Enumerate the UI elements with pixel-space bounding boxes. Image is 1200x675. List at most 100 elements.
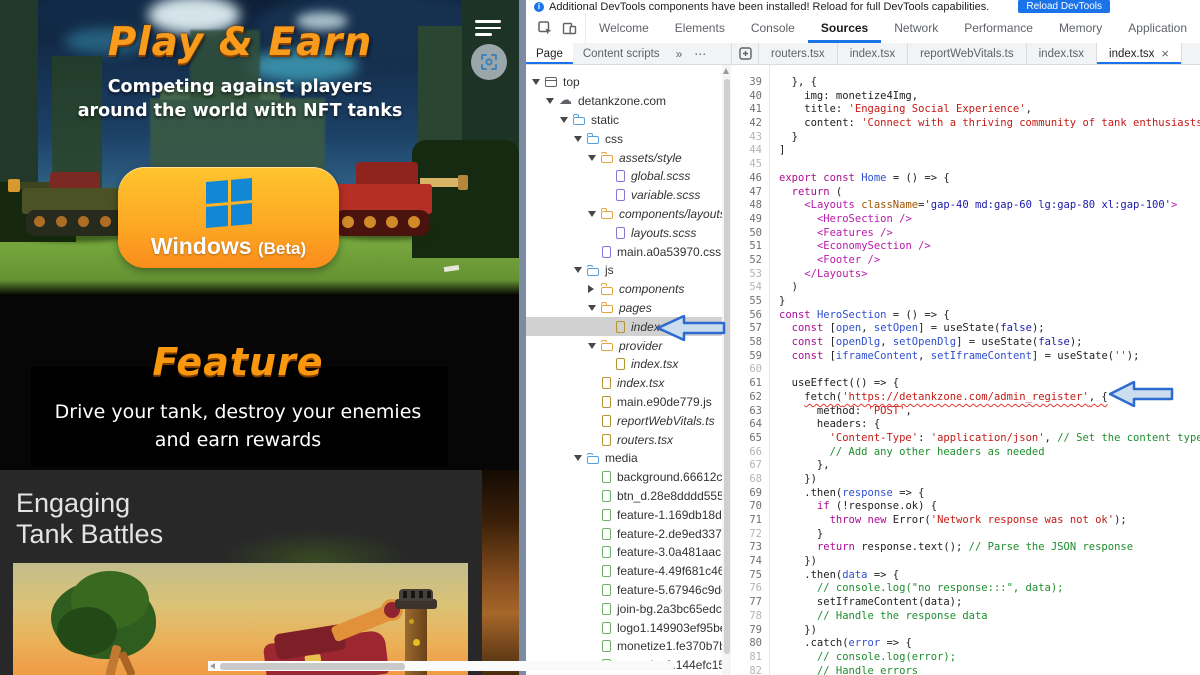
twisty-icon[interactable] xyxy=(574,455,582,462)
tree-item-css[interactable]: css xyxy=(526,129,730,148)
tree-item-pages[interactable]: pages xyxy=(526,299,730,318)
line-number[interactable]: 53 xyxy=(732,268,769,282)
tab-console[interactable]: Console xyxy=(738,13,808,43)
scan-button[interactable] xyxy=(471,44,507,80)
line-number[interactable]: 77 xyxy=(732,596,769,610)
line-number[interactable]: 68 xyxy=(732,473,769,487)
tree-item-provider[interactable]: provider xyxy=(526,336,730,355)
line-number[interactable]: 60 xyxy=(732,363,769,377)
close-tab-icon[interactable]: × xyxy=(1161,47,1169,60)
line-number[interactable]: 47 xyxy=(732,186,769,200)
tree-item-index.tsx[interactable]: index.tsx xyxy=(526,374,730,393)
line-number[interactable]: 82 xyxy=(732,665,769,675)
tree-item-monetize1.fe370b7bc[interactable]: monetize1.fe370b7bc xyxy=(526,637,730,656)
line-number[interactable]: 69 xyxy=(732,487,769,501)
tree-item-background.66612c6b[interactable]: background.66612c6b xyxy=(526,468,730,487)
line-number[interactable]: 52 xyxy=(732,254,769,268)
line-number[interactable]: 49 xyxy=(732,213,769,227)
editor-tab-index.tsx[interactable]: index.tsx × xyxy=(1097,43,1182,64)
editor-tab-index.tsx[interactable]: index.tsx xyxy=(837,43,909,64)
line-number[interactable]: 55 xyxy=(732,295,769,309)
twisty-icon[interactable] xyxy=(588,154,596,161)
editor-horizontal-scrollbar[interactable] xyxy=(208,661,674,671)
line-number[interactable]: 74 xyxy=(732,555,769,569)
windows-download-button[interactable]: Windows (Beta) xyxy=(118,167,339,268)
twisty-icon[interactable] xyxy=(560,116,568,123)
inspect-icon[interactable] xyxy=(533,16,557,40)
tree-item-btn_d.28e8dddd555a3[interactable]: btn_d.28e8dddd555a3 xyxy=(526,487,730,506)
tree-item-variable.scss[interactable]: variable.scss xyxy=(526,186,730,205)
editor-scrollbar-thumb[interactable] xyxy=(220,662,405,670)
line-number[interactable]: 61 xyxy=(732,377,769,391)
tree-item-assets/style[interactable]: assets/style xyxy=(526,148,730,167)
line-number[interactable]: 54 xyxy=(732,281,769,295)
reload-devtools-button[interactable]: Reload DevTools xyxy=(1018,0,1110,13)
tree-item-components/layouts[interactable]: components/layouts xyxy=(526,205,730,224)
line-number[interactable]: 48 xyxy=(732,199,769,213)
line-number[interactable]: 51 xyxy=(732,240,769,254)
tab-network[interactable]: Network xyxy=(881,13,951,43)
tree-item-feature-3.0a481aac1f3[interactable]: feature-3.0a481aac1f3 xyxy=(526,543,730,562)
line-number[interactable]: 46 xyxy=(732,172,769,186)
line-number[interactable]: 64 xyxy=(732,418,769,432)
line-number[interactable]: 80 xyxy=(732,637,769,651)
tree-item-feature-1.169db18d2c[interactable]: feature-1.169db18d2c xyxy=(526,505,730,524)
tree-item-feature-4.49f681c46ee[interactable]: feature-4.49f681c46ee xyxy=(526,562,730,581)
hamburger-menu-icon[interactable] xyxy=(475,20,501,38)
twisty-icon[interactable] xyxy=(546,98,554,105)
tree-item-main.a0a53970.css[interactable]: main.a0a53970.css xyxy=(526,242,730,261)
tree-item-media[interactable]: media xyxy=(526,449,730,468)
tab-performance[interactable]: Performance xyxy=(951,13,1046,43)
tree-item-reportWebVitals.ts[interactable]: reportWebVitals.ts xyxy=(526,411,730,430)
line-number[interactable]: 45 xyxy=(732,158,769,172)
line-number[interactable]: 81 xyxy=(732,651,769,665)
twisty-icon[interactable] xyxy=(588,210,596,217)
tab-memory[interactable]: Memory xyxy=(1046,13,1115,43)
tree-item-static[interactable]: static xyxy=(526,111,730,130)
twisty-icon[interactable] xyxy=(588,285,594,294)
line-number[interactable]: 76 xyxy=(732,582,769,596)
device-toolbar-icon[interactable] xyxy=(557,16,581,40)
tree-scrollbar-thumb[interactable] xyxy=(723,79,730,654)
tree-item-index.tsx[interactable]: index.tsx xyxy=(526,355,730,374)
editor-tab-routers.tsx[interactable]: routers.tsx xyxy=(759,43,838,64)
tree-item-main.e90de779.js[interactable]: main.e90de779.js xyxy=(526,393,730,412)
tree-item-routers.tsx[interactable]: routers.tsx xyxy=(526,430,730,449)
line-number[interactable]: 56 xyxy=(732,309,769,323)
tree-item-join-bg.2a3bc65edcac[interactable]: join-bg.2a3bc65edcac xyxy=(526,599,730,618)
line-number[interactable]: 70 xyxy=(732,500,769,514)
tree-item-feature-2.de9ed33714[interactable]: feature-2.de9ed33714 xyxy=(526,524,730,543)
line-number[interactable]: 59 xyxy=(732,350,769,364)
tree-item-feature-5.67946c9ddf[interactable]: feature-5.67946c9ddf xyxy=(526,581,730,600)
twisty-icon[interactable] xyxy=(574,267,582,274)
scroll-left-arrow-icon[interactable] xyxy=(210,663,215,669)
line-number[interactable]: 63 xyxy=(732,405,769,419)
twisty-icon[interactable] xyxy=(588,304,596,311)
tree-item-components[interactable]: components xyxy=(526,280,730,299)
line-number[interactable]: 66 xyxy=(732,446,769,460)
line-number[interactable]: 78 xyxy=(732,610,769,624)
line-number[interactable]: 75 xyxy=(732,569,769,583)
line-number[interactable]: 40 xyxy=(732,90,769,104)
tree-item-detankzone.com[interactable]: ☁ detankzone.com xyxy=(526,92,730,111)
tree-item-index.tsx[interactable]: index.tsx xyxy=(526,317,730,337)
tab-welcome[interactable]: Welcome xyxy=(586,13,662,43)
tree-item-global.scss[interactable]: global.scss xyxy=(526,167,730,186)
line-number[interactable]: 39 xyxy=(732,76,769,90)
line-number[interactable]: 41 xyxy=(732,103,769,117)
line-number[interactable]: 67 xyxy=(732,459,769,473)
line-number[interactable]: 50 xyxy=(732,227,769,241)
line-number[interactable]: 57 xyxy=(732,322,769,336)
tab-sources[interactable]: Sources xyxy=(807,13,882,43)
scroll-up-arrow-icon[interactable] xyxy=(723,68,729,74)
editor-tab-index.tsx[interactable]: index.tsx xyxy=(1026,43,1098,64)
more-tabs-chevron-icon[interactable]: » xyxy=(670,43,689,64)
tree-item-js[interactable]: js xyxy=(526,261,730,280)
editor-tab-reportWebVitals.ts[interactable]: reportWebVitals.ts xyxy=(908,43,1027,64)
tree-item-top[interactable]: top xyxy=(526,73,730,92)
line-number[interactable]: 65 xyxy=(732,432,769,446)
line-number[interactable]: 72 xyxy=(732,528,769,542)
page-scrollbar[interactable] xyxy=(519,0,526,675)
tree-item-logo1.149903ef95beb[interactable]: logo1.149903ef95beb xyxy=(526,618,730,637)
tab-application[interactable]: Application xyxy=(1115,13,1200,43)
